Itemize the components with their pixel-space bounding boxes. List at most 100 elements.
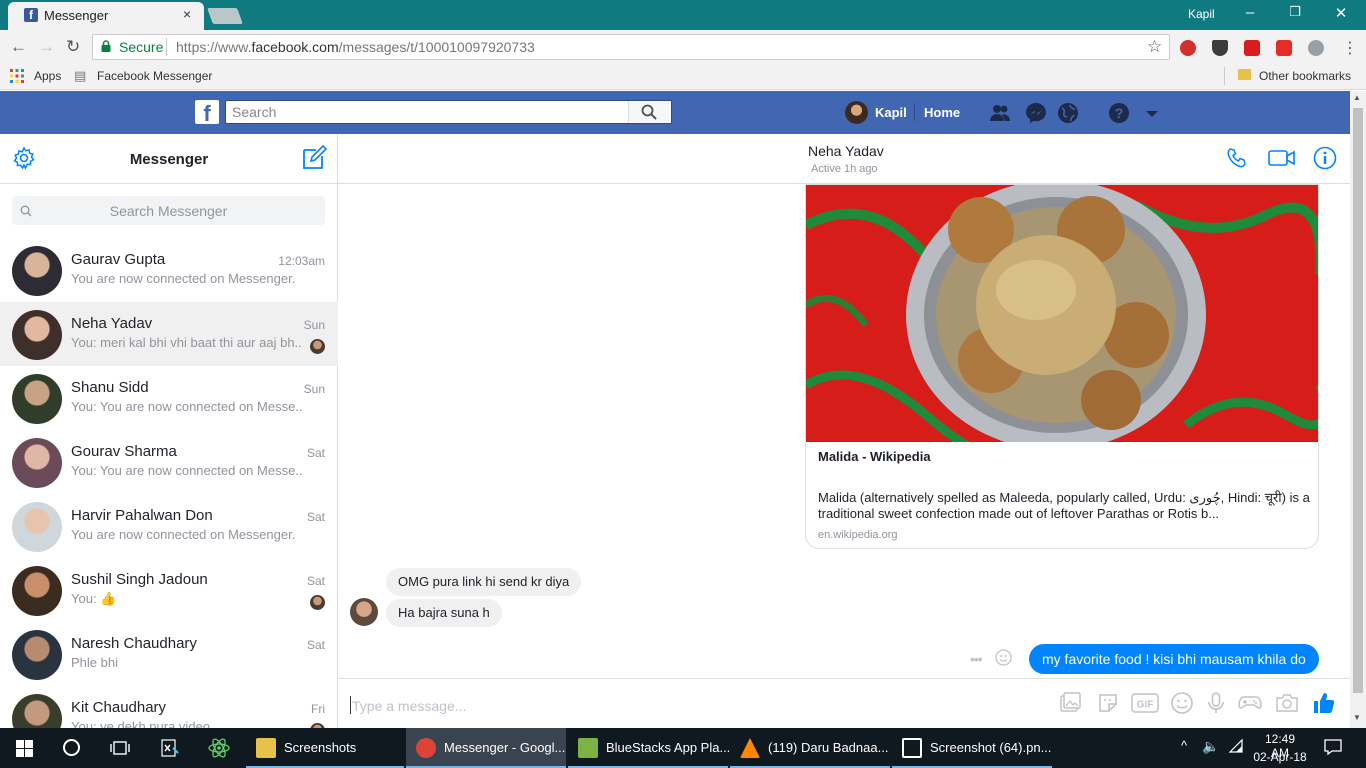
tab-close-icon[interactable]: × [183, 6, 191, 22]
composer-divider [338, 678, 1350, 679]
network-icon[interactable] [1228, 738, 1244, 754]
minimize-icon[interactable]: – [1240, 4, 1260, 21]
messenger-search-input[interactable]: Search Messenger [12, 203, 325, 219]
url-text[interactable]: https://www.facebook.com/messages/t/1000… [176, 39, 535, 55]
youtube-icon[interactable] [1276, 40, 1292, 56]
compose-new-message-icon[interactable] [302, 145, 327, 170]
volume-icon[interactable]: 🔈 [1202, 738, 1219, 755]
sender-avatar[interactable] [350, 598, 378, 626]
action-center-icon[interactable] [1324, 739, 1342, 755]
more-actions-icon[interactable]: ••• [970, 651, 983, 667]
outgoing-message-bubble[interactable]: my favorite food ! kisi bhi mausam khila… [1029, 644, 1319, 674]
game-icon[interactable] [1238, 691, 1262, 715]
conversation-avatar[interactable] [12, 310, 62, 360]
bookmark-divider [1224, 67, 1225, 85]
conversation-item[interactable]: Shanu Sidd You: You are now connected on … [0, 366, 338, 430]
conversation-item[interactable]: Harvir Pahalwan Don You are now connected… [0, 494, 338, 558]
taskbar-item[interactable]: Screenshot (64).pn... [892, 728, 1052, 768]
link-preview-card[interactable]: Malida - Wikipedia Malida (alternatively… [805, 184, 1319, 549]
forward-icon[interactable]: → [38, 37, 55, 57]
cortana-search-icon[interactable] [63, 739, 80, 756]
atom-app-icon[interactable] [208, 737, 230, 759]
chat-contact-name[interactable]: Neha Yadav [808, 143, 884, 159]
taskbar-item[interactable]: BlueStacks App Pla... [568, 728, 730, 768]
react-emoji-icon[interactable] [995, 649, 1012, 666]
messenger-icon[interactable] [1024, 101, 1048, 125]
bookmark-facebook-messenger[interactable]: Facebook Messenger [97, 69, 212, 83]
thumbs-up-icon[interactable] [1312, 691, 1336, 715]
menu-icon[interactable]: ⋮ [1342, 38, 1358, 58]
abp-icon[interactable] [1180, 40, 1196, 56]
conversation-item[interactable]: Neha Yadav You: meri kal bhi vhi baat thi… [0, 302, 338, 366]
browser-tab-bar [0, 0, 1366, 30]
facebook-logo-icon[interactable]: f [195, 100, 219, 126]
clock-date[interactable]: 02-Apr-18 [1252, 750, 1308, 764]
user-avatar[interactable] [845, 101, 868, 124]
cloud-icon[interactable] [1308, 40, 1324, 56]
conversation-item[interactable]: Naresh Chaudhary Phle bhi Sat [0, 622, 338, 686]
conversation-item[interactable]: Gaurav Gupta You are now connected on Mes… [0, 238, 338, 302]
gif-icon[interactable]: GIF [1131, 691, 1159, 715]
message-input[interactable]: Type a message... [352, 698, 466, 714]
conversation-info-icon[interactable] [1313, 146, 1337, 170]
conversation-avatar[interactable] [12, 566, 62, 616]
apps-label[interactable]: Apps [34, 69, 61, 83]
text-cursor [350, 696, 351, 714]
scrollbar-thumb[interactable] [1353, 108, 1363, 693]
conversation-snippet: You are now connected on Messenger. [71, 271, 296, 286]
url-divider [166, 38, 167, 56]
friend-requests-icon[interactable] [988, 101, 1012, 125]
shield-icon[interactable] [1212, 40, 1228, 56]
other-bookmarks[interactable]: Other bookmarks [1259, 69, 1351, 83]
show-hidden-icons-icon[interactable]: ^ [1181, 738, 1187, 753]
conversation-name: Naresh Chaudhary [71, 635, 197, 652]
video-call-icon[interactable] [1268, 146, 1296, 170]
microphone-icon[interactable] [1204, 691, 1228, 715]
tab-title: Messenger [44, 8, 109, 23]
voice-call-icon[interactable] [1225, 146, 1249, 170]
restore-icon[interactable]: ❐ [1285, 4, 1305, 20]
taskbar-item[interactable]: Messenger - Googl... [406, 728, 566, 768]
link-preview-image[interactable] [806, 185, 1319, 442]
camera-icon[interactable] [1275, 691, 1299, 715]
task-view-icon[interactable] [110, 740, 130, 756]
svg-text:?: ? [1115, 105, 1124, 121]
account-menu-arrow-icon[interactable] [1140, 101, 1164, 125]
taskbar-item[interactable]: Screenshots [246, 728, 404, 768]
excel-icon[interactable] [160, 738, 180, 758]
facebook-search-input[interactable]: Search [232, 104, 276, 120]
incoming-message-bubble[interactable]: Ha bajra suna h [386, 599, 502, 627]
profile-name[interactable]: Kapil [1188, 7, 1215, 21]
conversation-avatar[interactable] [12, 502, 62, 552]
svg-text:GIF: GIF [1137, 700, 1154, 711]
link-preview-title[interactable]: Malida - Wikipedia [818, 449, 931, 464]
taskbar-item[interactable]: (119) Daru Badnaa... [730, 728, 890, 768]
home-link[interactable]: Home [924, 105, 960, 120]
close-window-icon[interactable]: ✕ [1331, 4, 1351, 22]
help-icon[interactable]: ? [1107, 101, 1131, 125]
conversation-avatar[interactable] [12, 374, 62, 424]
conversation-avatar[interactable] [12, 630, 62, 680]
scroll-down-arrow-icon[interactable]: ▼ [1353, 713, 1361, 722]
facebook-search-box[interactable] [225, 100, 672, 124]
emoji-icon[interactable] [1170, 691, 1194, 715]
bookmark-star-icon[interactable]: ☆ [1147, 37, 1162, 57]
video-icon[interactable] [1244, 40, 1260, 56]
new-tab-button[interactable] [207, 8, 243, 24]
conversation-avatar[interactable] [12, 438, 62, 488]
sticker-icon[interactable] [1096, 691, 1120, 715]
conversation-avatar[interactable] [12, 246, 62, 296]
reload-icon[interactable]: ↻ [66, 37, 80, 57]
back-icon[interactable]: ← [10, 37, 27, 57]
image-icon[interactable] [1058, 691, 1082, 715]
scroll-up-arrow-icon[interactable]: ▲ [1353, 93, 1361, 102]
incoming-message-bubble[interactable]: OMG pura link hi send kr diya [386, 568, 582, 596]
conversation-item[interactable]: Sushil Singh Jadoun You: 👍 Sat [0, 558, 338, 622]
apps-icon[interactable] [10, 69, 24, 83]
windows-start-icon[interactable] [16, 740, 33, 757]
notifications-globe-icon[interactable] [1056, 101, 1080, 125]
conversation-name: Gaurav Gupta [71, 251, 166, 268]
link-preview-domain: en.wikipedia.org [818, 529, 898, 541]
conversation-item[interactable]: Gourav Sharma You: You are now connected … [0, 430, 338, 494]
profile-link[interactable]: Kapil [875, 105, 907, 120]
